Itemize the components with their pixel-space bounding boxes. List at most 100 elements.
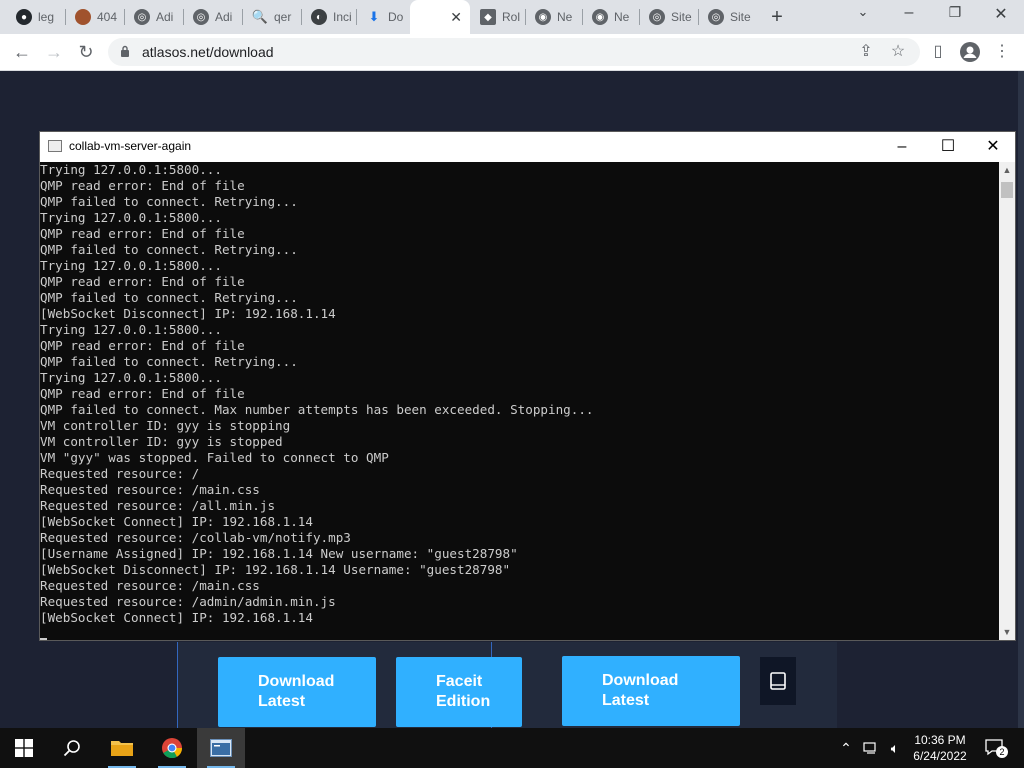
button-line: Edition (436, 693, 491, 710)
console-scrollbar[interactable]: ▲ ▼ (999, 162, 1015, 640)
button-line: Latest (602, 692, 650, 709)
chrome-icon (162, 738, 183, 759)
tab-label: Ne (557, 10, 573, 24)
browser-tab-active[interactable]: ✕ (410, 0, 470, 34)
restore-button[interactable]: ❐ (932, 4, 978, 21)
console-line: QMP failed to connect. Retrying... (40, 354, 298, 369)
back-button[interactable]: ← (10, 40, 34, 64)
browser-tab[interactable]: ◉ Ne (584, 4, 640, 30)
scroll-up-icon[interactable]: ▲ (999, 162, 1015, 178)
system-clock[interactable]: 10:36 PM 6/24/2022 (908, 732, 972, 764)
tab-label: Ne (614, 10, 630, 24)
notification-center-button[interactable]: 2 (978, 728, 1012, 768)
console-line: Trying 127.0.0.1:5800... (40, 370, 222, 385)
browser-tab[interactable]: ◆ Rol (472, 4, 526, 30)
console-line: Requested resource: /main.css (40, 482, 260, 497)
browser-tab[interactable]: 404 (67, 4, 125, 30)
side-panel-icon[interactable]: ▯ (926, 40, 950, 64)
console-line: QMP read error: End of file (40, 274, 245, 289)
taskbar: ⌃ 🔈︎ 10:36 PM 6/24/2022 2 (0, 728, 1024, 768)
browser-tab[interactable]: ◎ Site (700, 4, 758, 30)
bookmark-star-icon[interactable]: ☆ (886, 40, 910, 64)
scrollbar-thumb[interactable] (1001, 182, 1013, 198)
tab-label: qer (274, 10, 292, 24)
notification-count: 2 (996, 746, 1008, 758)
console-icon (48, 140, 62, 152)
download-latest-button-2[interactable]: Download Latest (562, 656, 740, 726)
lock-icon (121, 45, 129, 57)
console-minimize-button[interactable]: – (879, 135, 925, 159)
console-line: [Username Assigned] IP: 192.168.1.14 New… (40, 546, 518, 561)
console-line: QMP failed to connect. Retrying... (40, 194, 298, 209)
button-line: Faceit (436, 673, 483, 690)
console-line: QMP read error: End of file (40, 386, 245, 401)
browser-tab-strip: ● leg 404 ◎ Adi ◎ Adi 🔍 qer ◐ Inci ⬇ Do … (0, 0, 1024, 34)
address-bar[interactable]: atlasos.net/download (108, 38, 920, 66)
clock-time: 10:36 PM (914, 733, 966, 747)
browser-tab[interactable]: 🔍 qer (244, 4, 302, 30)
console-maximize-button[interactable]: ☐ (925, 135, 971, 159)
tab-search-icon[interactable]: ⌄ (840, 4, 886, 20)
console-line: Requested resource: / (40, 466, 200, 481)
tab-label: Adi (215, 10, 233, 24)
browser-tab[interactable]: ⬇ Do (358, 4, 410, 30)
console-cursor (40, 626, 998, 640)
console-app-icon (210, 739, 232, 757)
scroll-down-icon[interactable]: ▼ (999, 624, 1015, 640)
close-tab-icon[interactable]: ✕ (450, 9, 462, 26)
start-button[interactable] (0, 728, 48, 768)
browser-tab[interactable]: ◎ Adi (126, 4, 184, 30)
console-titlebar[interactable]: collab-vm-server-again – ☐ ✕ (40, 132, 1015, 162)
console-line: VM controller ID: gyy is stopping (40, 418, 291, 433)
browser-tab[interactable]: ◎ Site (641, 4, 699, 30)
file-explorer-button[interactable] (98, 728, 146, 768)
console-output[interactable]: Trying 127.0.0.1:5800... QMP read error: … (40, 162, 998, 640)
chrome-icon: ◉ (535, 9, 551, 25)
mask-icon: ◐ (311, 9, 327, 25)
faceit-edition-button[interactable]: Faceit Edition (396, 657, 522, 727)
download-latest-button[interactable]: Download Latest (218, 657, 376, 727)
share-icon[interactable]: ⇪ (854, 40, 878, 64)
new-tab-button[interactable]: + (766, 6, 788, 29)
console-line: Requested resource: /main.css (40, 578, 260, 593)
tab-label: Rol (502, 10, 521, 24)
globe-icon: ◎ (193, 9, 209, 25)
button-line: Latest (258, 693, 306, 710)
browser-tab[interactable]: ◐ Inci (303, 4, 357, 30)
browser-tab[interactable]: ◎ Adi (185, 4, 243, 30)
console-line: [WebSocket Connect] IP: 192.168.1.14 (40, 610, 313, 625)
tab-label: Site (730, 10, 751, 24)
tab-label: Site (671, 10, 692, 24)
reload-button[interactable]: ↻ (74, 40, 98, 64)
console-line: Requested resource: /admin/admin.min.js (40, 594, 336, 609)
close-window-button[interactable]: ✕ (978, 4, 1024, 24)
folder-icon (111, 741, 133, 756)
browser-tab[interactable]: ● leg (8, 4, 66, 30)
minimize-button[interactable]: – (886, 4, 932, 22)
divider (177, 642, 178, 728)
network-icon[interactable] (860, 728, 882, 768)
globe-icon: ◎ (134, 9, 150, 25)
globe-icon: ◎ (649, 9, 665, 25)
search-button[interactable] (48, 728, 96, 768)
profile-avatar[interactable] (958, 40, 982, 64)
console-line: QMP failed to connect. Retrying... (40, 290, 298, 305)
forward-button[interactable]: → (42, 40, 66, 64)
tab-label: Do (388, 10, 404, 24)
menu-icon[interactable]: ⋮ (990, 40, 1014, 64)
console-line: VM "gyy" was stopped. Failed to connect … (40, 450, 389, 465)
chrome-button[interactable] (148, 728, 196, 768)
docs-icon[interactable] (760, 657, 796, 705)
browser-tab[interactable]: ◉ Ne (527, 4, 583, 30)
console-line: QMP read error: End of file (40, 178, 245, 193)
page-scrollbar[interactable] (1018, 71, 1024, 728)
console-taskbar-button[interactable] (197, 728, 245, 768)
console-line: Trying 127.0.0.1:5800... (40, 210, 222, 225)
show-hidden-icons[interactable]: ⌃ (836, 728, 856, 768)
console-line: [WebSocket Disconnect] IP: 192.168.1.14 (40, 306, 336, 321)
download-icon: ⬇ (368, 9, 380, 24)
volume-icon[interactable]: 🔈︎ (884, 728, 906, 768)
github-icon: ● (16, 9, 32, 25)
button-line: Download (258, 673, 335, 690)
console-close-button[interactable]: ✕ (970, 135, 1016, 159)
